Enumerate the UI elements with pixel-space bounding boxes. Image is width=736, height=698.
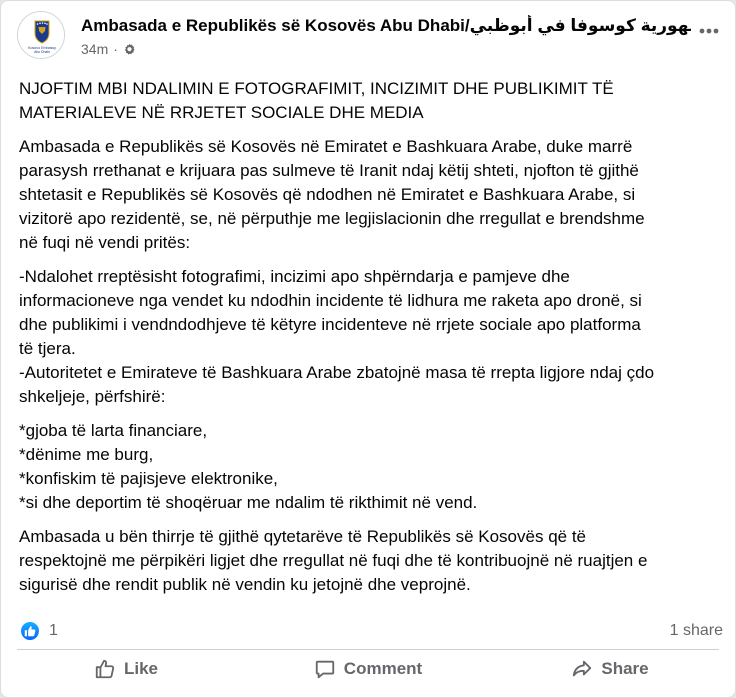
paragraph-line: shtetasit e Republikës së Kosovës që ndo… <box>19 185 636 204</box>
kosovo-emblem-icon: Kosovo Embassy Abu Dhabi <box>18 12 64 58</box>
post-paragraph-3: Ambasada u bën thirrje të gjithë qytetar… <box>19 525 721 597</box>
post-meta: 34m · <box>81 39 136 59</box>
post-stats: 1 1 share <box>19 619 723 643</box>
comment-button[interactable]: Comment <box>247 651 489 687</box>
emblem-caption-2: Abu Dhabi <box>34 50 50 54</box>
paragraph-line: të tjera. <box>19 339 76 358</box>
penalty-item: *dënime me burg, <box>19 445 154 464</box>
post-title: NJOFTIM MBI NDALIMIN E FOTOGRAFIMIT, INC… <box>19 77 721 125</box>
more-options-button[interactable] <box>695 17 723 45</box>
actions-divider <box>17 649 719 650</box>
post-paragraph-2: -Ndalohet rreptësisht fotografimi, inciz… <box>19 265 721 409</box>
post-title-line: NJOFTIM MBI NDALIMIN E FOTOGRAFIMIT, INC… <box>19 79 614 98</box>
penalties-list: *gjoba të larta financiare, *dënime me b… <box>19 419 721 515</box>
meta-separator: · <box>113 41 118 57</box>
paragraph-line: në fuqi në vendi pritës: <box>19 233 191 252</box>
share-button[interactable]: Share <box>489 651 731 687</box>
like-icon <box>95 659 115 679</box>
post-timestamp[interactable]: 34m <box>81 39 108 59</box>
audience-settings-icon[interactable] <box>123 43 136 56</box>
reaction-count: 1 <box>49 622 58 639</box>
paragraph-line: shkeljeje, përfshirë: <box>19 387 166 406</box>
penalty-item: *gjoba të larta financiare, <box>19 421 208 440</box>
penalty-item: *si dhe deportim të shoqëruar me ndalim … <box>19 493 478 512</box>
post-card: Kosovo Embassy Abu Dhabi Ambasada e Repu… <box>0 0 736 698</box>
author-name[interactable]: Ambasada e Republikës së Kosovës Abu Dha… <box>81 15 691 37</box>
paragraph-line: dhe publikimi i vendndodhjeve të këtyre … <box>19 315 641 334</box>
post-header: Kosovo Embassy Abu Dhabi Ambasada e Repu… <box>17 11 719 63</box>
share-count[interactable]: 1 share <box>670 622 723 640</box>
comment-label: Comment <box>343 659 423 678</box>
penalty-item: *konfiskim të pajisjeve elektronike, <box>19 469 278 488</box>
paragraph-line: informacioneve nga vendet ku ndodhin inc… <box>19 291 642 310</box>
paragraph-line: Ambasada e Republikës së Kosovës në Emir… <box>19 137 633 156</box>
paragraph-line: vizitorë apo rezidentë, se, në përputhje… <box>19 209 645 228</box>
paragraph-line: -Ndalohet rreptësisht fotografimi, inciz… <box>19 267 570 286</box>
paragraph-line: respektojnë me përpikëri ligjet dhe rreg… <box>19 551 648 570</box>
post-paragraph-1: Ambasada e Republikës së Kosovës në Emir… <box>19 135 721 255</box>
paragraph-line: -Autoritetet e Emirateve të Bashkuara Ar… <box>19 363 655 382</box>
paragraph-line: sigurisë dhe rendit publik në vendin ku … <box>19 575 471 594</box>
thumbs-up-icon <box>24 626 36 637</box>
share-label: Share <box>601 659 649 678</box>
share-icon <box>573 660 592 677</box>
avatar[interactable]: Kosovo Embassy Abu Dhabi <box>17 11 65 59</box>
like-reaction-icon <box>19 620 41 642</box>
post-title-line: MATERIALEVE NË RRJETET SOCIALE DHE MEDIA <box>19 103 424 122</box>
like-button[interactable]: Like <box>5 651 247 687</box>
post-actions: Like Comment Share <box>5 651 731 687</box>
post-body: NJOFTIM MBI NDALIMIN E FOTOGRAFIMIT, INC… <box>19 77 721 607</box>
more-dots-icon <box>699 28 719 34</box>
comment-icon <box>315 660 334 679</box>
paragraph-line: Ambasada u bën thirrje të gjithë qytetar… <box>19 527 587 546</box>
like-label: Like <box>123 659 159 678</box>
reactions-summary[interactable]: 1 <box>19 620 58 642</box>
paragraph-line: parasysh rrethanat e krijuara pas sulmev… <box>19 161 639 180</box>
